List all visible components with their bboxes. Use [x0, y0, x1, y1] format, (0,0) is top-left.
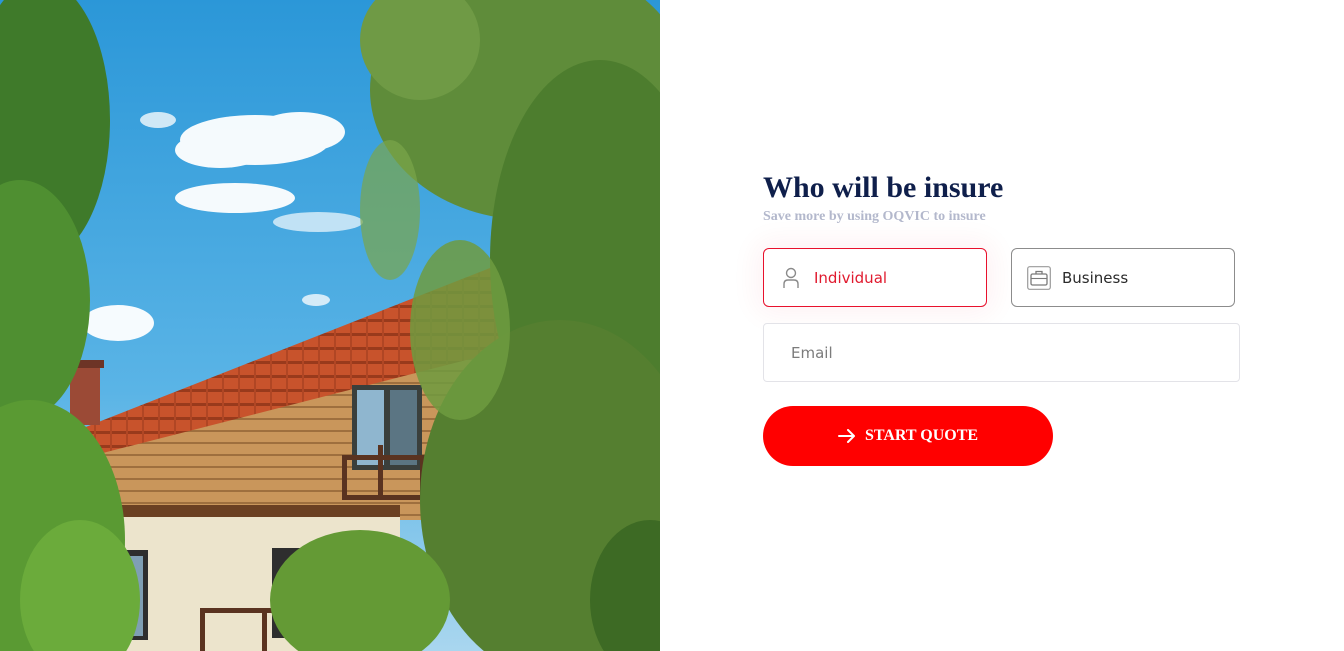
business-label: Business: [1062, 268, 1129, 287]
start-quote-button[interactable]: START QUOTE: [763, 406, 1053, 466]
quote-form: Who will be insure Save more by using OQ…: [763, 170, 1243, 466]
start-quote-label: START QUOTE: [864, 427, 979, 444]
briefcase-icon: [1026, 265, 1052, 291]
hero-image: [0, 0, 660, 651]
email-input[interactable]: [763, 323, 1240, 382]
business-option[interactable]: Business: [1011, 248, 1235, 307]
insurance-type-group: Individual Business: [763, 248, 1243, 307]
form-title: Who will be insure: [763, 171, 1004, 204]
arrow-right-icon: [837, 429, 856, 443]
person-icon: [778, 265, 804, 291]
form-subtitle: Save more by using OQVIC to insure: [763, 209, 986, 224]
email-field-wrapper: [763, 323, 1243, 382]
individual-option[interactable]: Individual: [763, 248, 987, 307]
page: Who will be insure Save more by using OQ…: [0, 0, 1344, 651]
individual-label: Individual: [814, 268, 888, 287]
